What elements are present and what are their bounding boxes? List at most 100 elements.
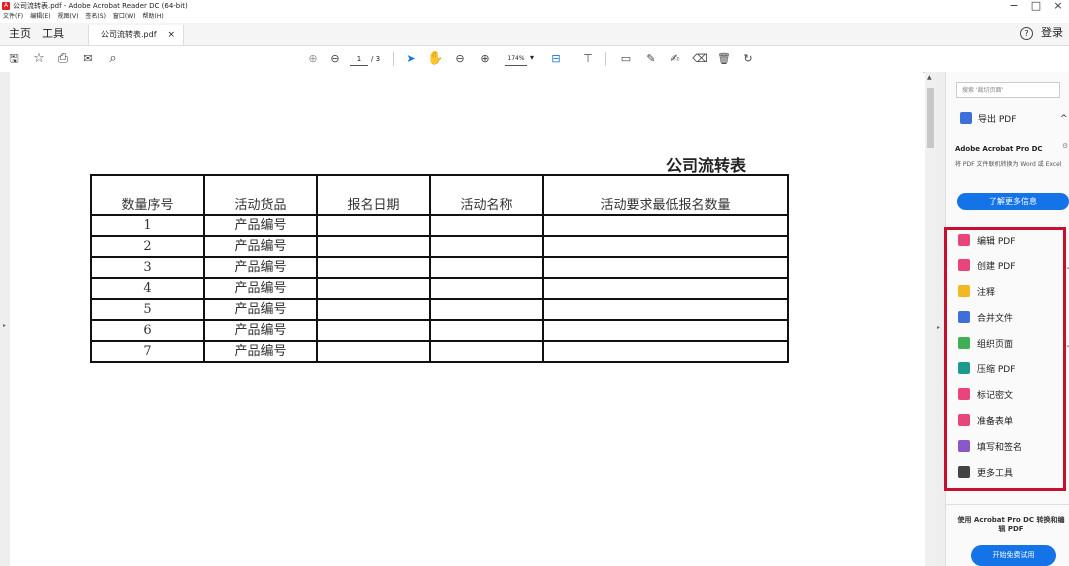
table-cell: 产品编号 [203,214,318,237]
tool-prepare-form[interactable]: 准备表单 [958,414,1013,430]
menu-file[interactable]: 文件(F) [3,12,23,22]
next-page-icon[interactable]: ⊖ [327,51,343,67]
tab-home[interactable]: 主页 [9,26,31,42]
comment-icon[interactable]: ▭ [618,51,634,67]
table-row: 5 产品编号 [90,298,789,321]
export-pdf-item[interactable]: 导出 PDF ^ [960,112,1068,127]
tool-compress-pdf[interactable]: 压缩 PDF [958,362,1015,378]
table-cell: 4 [90,277,205,300]
toolbar: 🖫 ☆ ⎙ ✉ ⌕ ⊕ ⊖ 1 / 3 ➤ ✋ ⊖ ⊕ 174% ▾ ⊟ ⊤ ▭… [0,46,1069,73]
zoom-out-icon[interactable]: ⊖ [452,51,468,67]
upsell-text: 使用 Acrobat Pro DC 转换和编辑 PDF [957,516,1065,533]
table-header-cell: 报名日期 [316,174,431,216]
tool-organize-pages[interactable]: 组织页面 ⌄ [958,337,1069,353]
table-row: 4 产品编号 [90,277,789,300]
chevron-down-icon[interactable]: ⌄ [1065,259,1069,275]
collapse-right-icon: ▸ [937,324,941,331]
toolbar-divider [393,52,394,66]
scroll-up-icon[interactable]: ▲ [927,74,932,81]
toolbar-divider [605,52,606,66]
hand-tool-icon[interactable]: ✋ [427,51,443,67]
maximize-button[interactable]: □ [1025,0,1047,14]
combine-files-icon [958,311,970,323]
table-cell: 产品编号 [203,319,318,342]
help-icon[interactable]: ? [1020,27,1033,40]
promo-description: 将 PDF 文件联机转换为 Word 或 Excel [955,161,1062,168]
close-window-button[interactable]: × [1047,0,1069,14]
tool-fill-and-sign[interactable]: 填写和签名 [958,440,1022,456]
tools-list-highlight: 编辑 PDF 创建 PDF ⌄ 注释 合并文件 组织页面 ⌄ 压缩 PDF 标记… [944,227,1069,491]
tool-create-pdf[interactable]: 创建 PDF ⌄ [958,259,1069,275]
tool-search-input[interactable]: 搜索 '裁切页面' [956,82,1060,98]
learn-more-button[interactable]: 了解更多信息 [957,193,1069,210]
tool-combine-files[interactable]: 合并文件 [958,311,1013,327]
print-icon[interactable]: ⎙ [55,51,71,67]
table-cell [542,319,789,342]
zoom-level-input[interactable]: 174% [505,53,527,66]
menu-help[interactable]: 帮助(H) [143,12,164,22]
title-bar: A 公司流转表.pdf - Adobe Acrobat Reader DC (6… [0,0,1069,12]
table-cell: 产品编号 [203,235,318,258]
tool-label: 压缩 PDF [977,365,1016,375]
highlight-pen-icon[interactable]: ✎ [643,51,659,67]
left-panel-toggle[interactable]: ▸ [0,72,10,566]
window-title: 公司流转表.pdf - Adobe Acrobat Reader DC (64-… [13,2,188,10]
page-number-input[interactable]: 1 [350,53,368,66]
table-row: 1 产品编号 [90,214,789,237]
chevron-down-icon[interactable]: ⌄ [1065,337,1069,353]
table-row: 2 产品编号 [90,235,789,258]
search-icon[interactable]: ⌕ [105,51,121,67]
stamp-icon[interactable]: ⌫ [692,51,708,67]
scrollbar-thumb[interactable] [927,88,934,148]
tab-bar: 主页 工具 公司流转表.pdf × [0,23,1069,46]
table-header-cell: 数量序号 [90,174,205,216]
tab-tools[interactable]: 工具 [42,26,64,42]
scroll-mode-icon[interactable]: ⊤ [580,51,596,67]
draw-icon[interactable]: ✍ [667,51,683,67]
delete-icon[interactable]: 🗑 [716,51,732,67]
tab-document-label: 公司流转表.pdf [101,30,157,39]
tool-comment[interactable]: 注释 [958,285,995,301]
email-icon[interactable]: ✉ [80,51,96,67]
bookmark-star-icon[interactable]: ☆ [31,51,47,67]
tool-label: 更多工具 [977,469,1014,479]
tool-redact[interactable]: 标记密文 [958,388,1013,404]
chevron-up-icon[interactable]: ^ [1060,112,1068,126]
tool-edit-pdf[interactable]: 编辑 PDF [958,234,1015,250]
vertical-scrollbar[interactable]: ▲ [925,72,936,566]
table-cell [429,214,544,237]
menu-view[interactable]: 视图(V) [58,12,79,22]
tool-label: 编辑 PDF [977,237,1016,247]
menu-edit[interactable]: 编辑(E) [30,12,50,22]
table-cell [429,298,544,321]
menu-window[interactable]: 窗口(W) [113,12,136,22]
select-cursor-icon[interactable]: ➤ [403,51,419,67]
previous-page-icon[interactable]: ⊕ [305,51,321,67]
zoom-dropdown-icon[interactable]: ▾ [530,52,534,64]
table-row: 6 产品编号 [90,319,789,342]
organize-pages-icon [958,337,970,349]
tool-more-tools[interactable]: 更多工具 [958,466,1013,482]
menu-sign[interactable]: 签名(S) [85,12,106,22]
table-cell [316,235,431,258]
save-icon[interactable]: 🖫 [6,51,22,67]
window-controls: − □ × [1003,0,1069,14]
promo-title: Adobe Acrobat Pro DC [955,145,1043,153]
table-row: 7 产品编号 [90,340,789,363]
table-cell: 7 [90,340,205,363]
table-cell [429,235,544,258]
table-cell [542,214,789,237]
zoom-in-icon[interactable]: ⊕ [477,51,493,67]
table-cell [316,214,431,237]
tab-document[interactable]: 公司流转表.pdf × [88,25,184,45]
page-total: / 3 [371,55,381,63]
table-cell: 产品编号 [203,256,318,279]
table-cell: 2 [90,235,205,258]
fit-page-icon[interactable]: ⊟ [548,51,564,67]
settings-icon[interactable]: ⚙ [1062,142,1068,150]
start-free-trial-button[interactable]: 开始免费试用 [971,545,1056,566]
tab-close-icon[interactable]: × [167,25,175,45]
minimize-button[interactable]: − [1003,0,1025,14]
login-button[interactable]: 登录 [1041,26,1063,40]
rotate-icon[interactable]: ↻ [740,51,756,67]
